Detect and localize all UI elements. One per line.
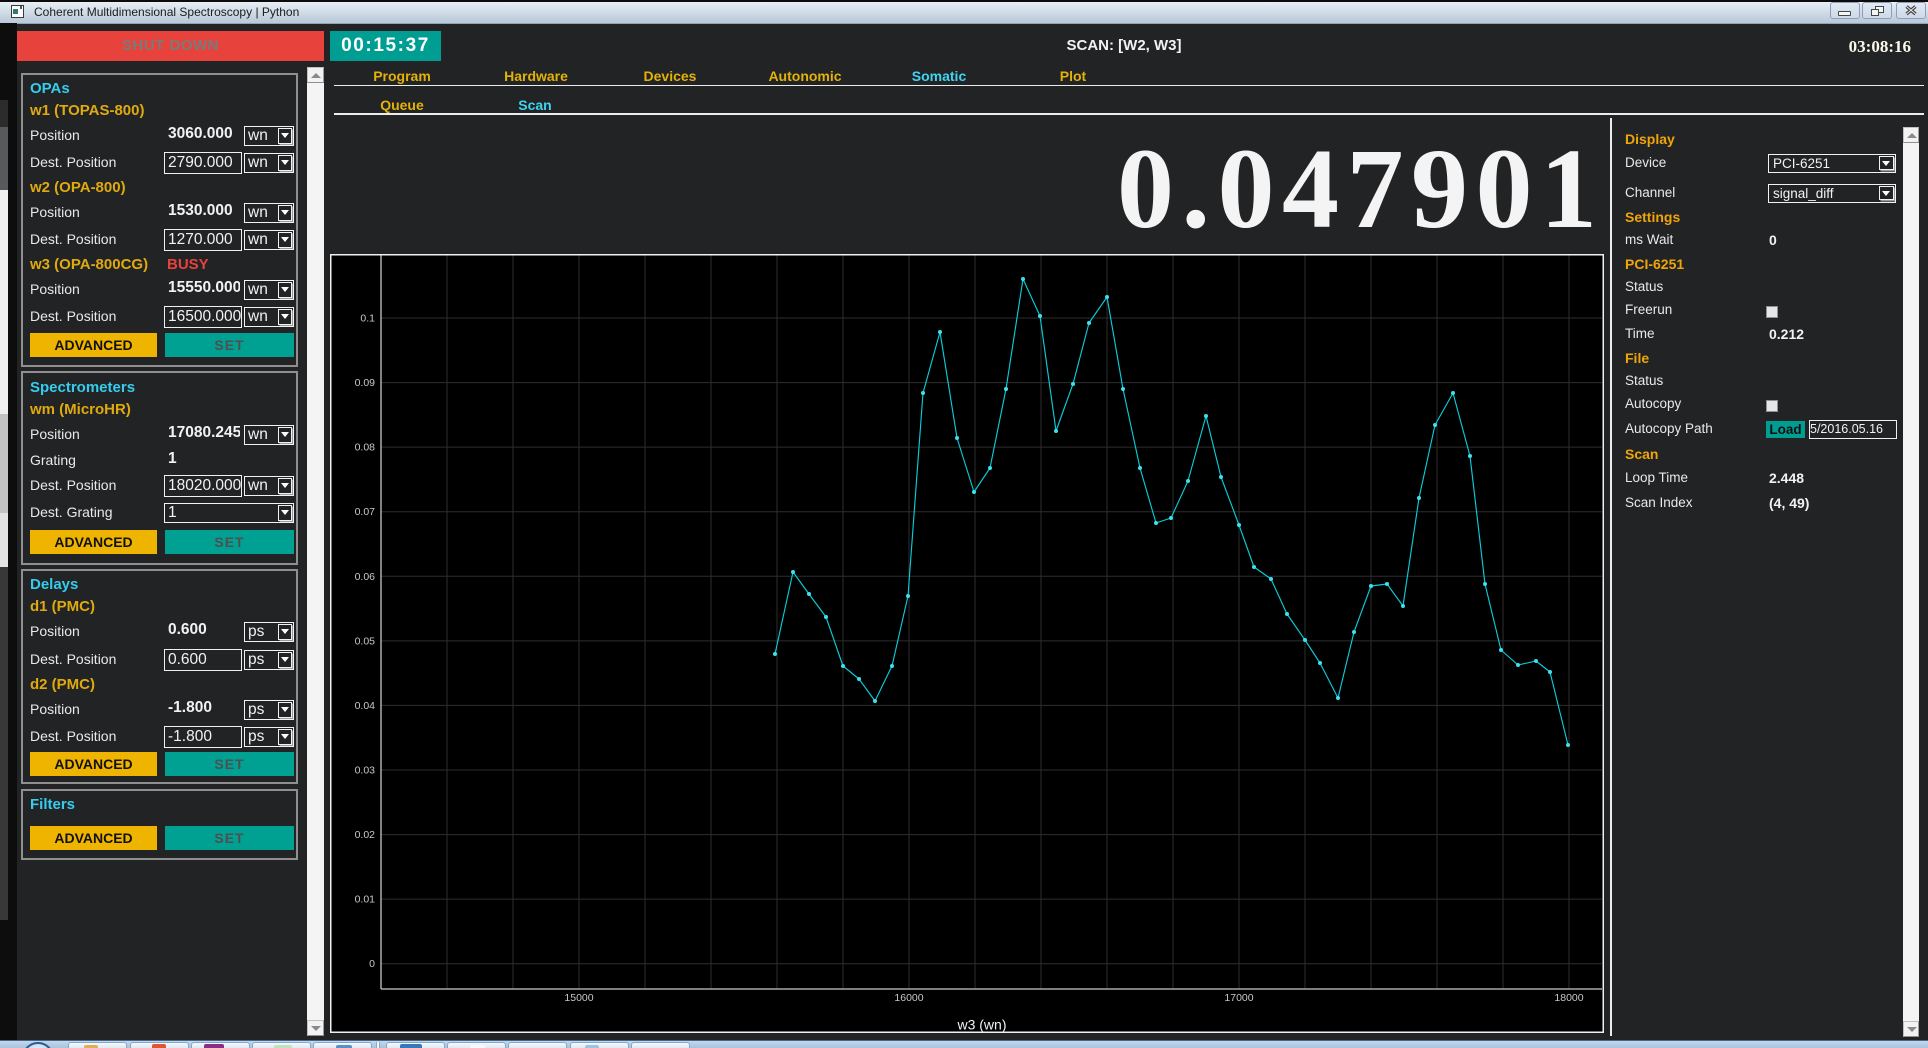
svg-text:0.07: 0.07 [355,506,376,518]
svg-text:0.02: 0.02 [355,829,376,841]
svg-text:0.03: 0.03 [355,765,376,777]
svg-text:17000: 17000 [1224,992,1253,1004]
svg-text:18000: 18000 [1554,992,1583,1004]
svg-text:0.09: 0.09 [355,377,376,389]
svg-text:0.05: 0.05 [355,635,376,647]
svg-text:w3 (wn): w3 (wn) [956,1017,1006,1033]
svg-text:0.04: 0.04 [355,700,376,712]
svg-text:0.01: 0.01 [355,894,376,906]
svg-text:16000: 16000 [894,992,923,1004]
svg-text:15000: 15000 [564,992,593,1004]
svg-text:0.08: 0.08 [355,442,376,454]
svg-text:0.1: 0.1 [360,313,375,325]
svg-text:0: 0 [369,958,375,970]
svg-text:0.06: 0.06 [355,571,376,583]
